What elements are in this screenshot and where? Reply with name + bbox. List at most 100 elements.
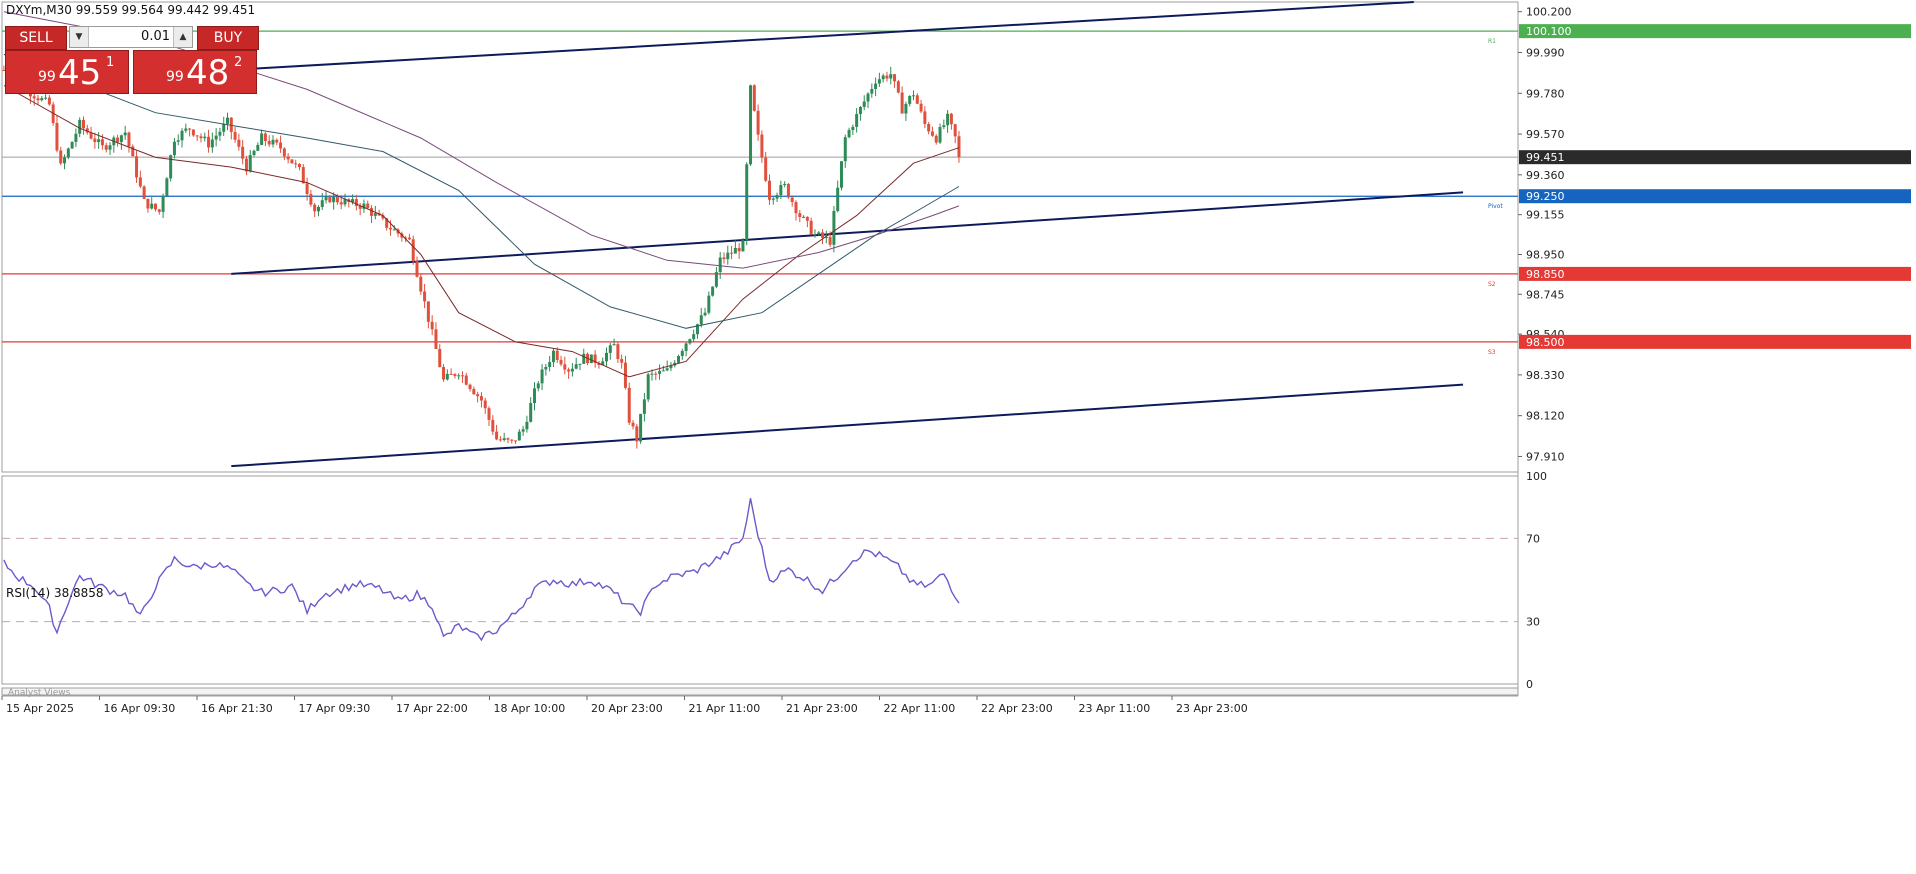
candle-body [756,110,760,135]
candle-body [263,133,267,141]
candle-body [449,373,453,375]
buy-price-button[interactable]: 99 48 2 [133,50,257,94]
y-tick-label: 99.155 [1526,209,1565,222]
decrease-lot-icon[interactable]: ▼ [70,27,89,47]
candle-body [911,95,915,97]
sell-price-button[interactable]: 99 45 1 [5,50,129,94]
candle-body [650,373,654,375]
candle-body [805,216,809,221]
candle-body [275,139,279,143]
candle-body [858,106,862,115]
buy-button[interactable]: BUY [197,26,259,50]
candle-body [335,196,339,203]
candle-body [688,339,692,344]
candle-body [108,145,112,150]
candle-body [828,236,832,245]
candle-body [620,359,624,363]
candle-body [953,124,957,137]
candle-body [241,146,245,159]
candle-body [802,216,806,218]
candle-body [737,247,741,252]
candle-body [305,183,309,195]
candle-body [40,98,44,101]
x-tick-label: 15 Apr 2025 [6,702,74,715]
candle-body [582,353,586,364]
candle-body [794,202,798,214]
y-tick-label: 99.360 [1526,169,1565,182]
rsi-y-tick-label: 70 [1526,532,1540,545]
candle-body [714,272,718,287]
x-tick-label: 16 Apr 09:30 [104,702,176,715]
candle-body [658,370,662,374]
candle-body [237,139,241,147]
level-name-label: S3 [1488,349,1496,356]
candle-body [642,399,646,414]
candle-body [745,164,749,241]
candle-body [786,183,790,198]
candle-body [930,131,934,136]
candle-body [832,210,836,245]
candle-body [290,159,294,164]
candle-body [893,74,897,82]
candle-body [866,93,870,102]
candle-body [726,252,730,260]
candle-body [927,123,931,132]
channel-line-3 [231,383,1464,468]
candle-body [210,139,214,148]
candle-body [294,163,298,165]
increase-lot-icon[interactable]: ▲ [173,27,192,47]
x-tick-label: 20 Apr 23:00 [591,702,663,715]
candle-body [942,125,946,128]
sell-button[interactable]: SELL [5,26,67,50]
candle-body [551,350,555,363]
candle-body [559,359,563,365]
candle-body [267,140,271,145]
candle-body [506,438,510,440]
level-name-label: S2 [1488,281,1496,288]
candle-body [150,203,154,209]
lot-size-value[interactable]: 0.01 [92,27,170,47]
x-tick-label: 23 Apr 11:00 [1079,702,1151,715]
candle-body [165,178,169,196]
candle-body [373,213,377,216]
candle-body [153,203,157,210]
candle-body [567,369,571,372]
candle-body [119,135,123,143]
lot-size-field[interactable]: ▼ 0.01 ▲ [69,26,193,48]
channel-line-1 [231,1,1414,71]
candle-body [529,403,533,422]
candle-body [93,138,97,143]
candle-body [665,368,669,371]
candle-body [468,384,472,390]
level-label-bg [1519,334,1911,349]
candle-body [514,440,518,442]
candle-body [301,167,305,184]
candle-body [222,123,226,132]
candle-body [938,127,942,143]
candle-body [563,364,567,370]
candle-body [646,374,650,400]
candle-body [703,312,707,316]
candle-body [370,208,374,216]
candle-body [157,209,161,212]
analyst-views-bar [1,687,1519,696]
candle-body [510,439,514,441]
candle-body [434,329,438,349]
x-tick-label: 17 Apr 22:00 [396,702,468,715]
level-price-label: 100.100 [1526,25,1572,38]
candle-body [32,96,36,99]
candle-body [570,368,574,372]
candle-body [862,101,866,107]
candle-body [438,348,442,368]
candle-body [775,195,779,199]
candle-body [445,373,449,380]
candle-body [260,133,264,145]
x-tick-label: 21 Apr 23:00 [786,702,858,715]
rsi-y-tick-label: 30 [1526,616,1540,629]
candle-body [483,400,487,409]
candle-body [692,334,696,340]
candle-body [544,366,548,370]
candle-body [487,408,491,420]
candle-body [733,247,737,254]
candle-body [286,156,290,160]
